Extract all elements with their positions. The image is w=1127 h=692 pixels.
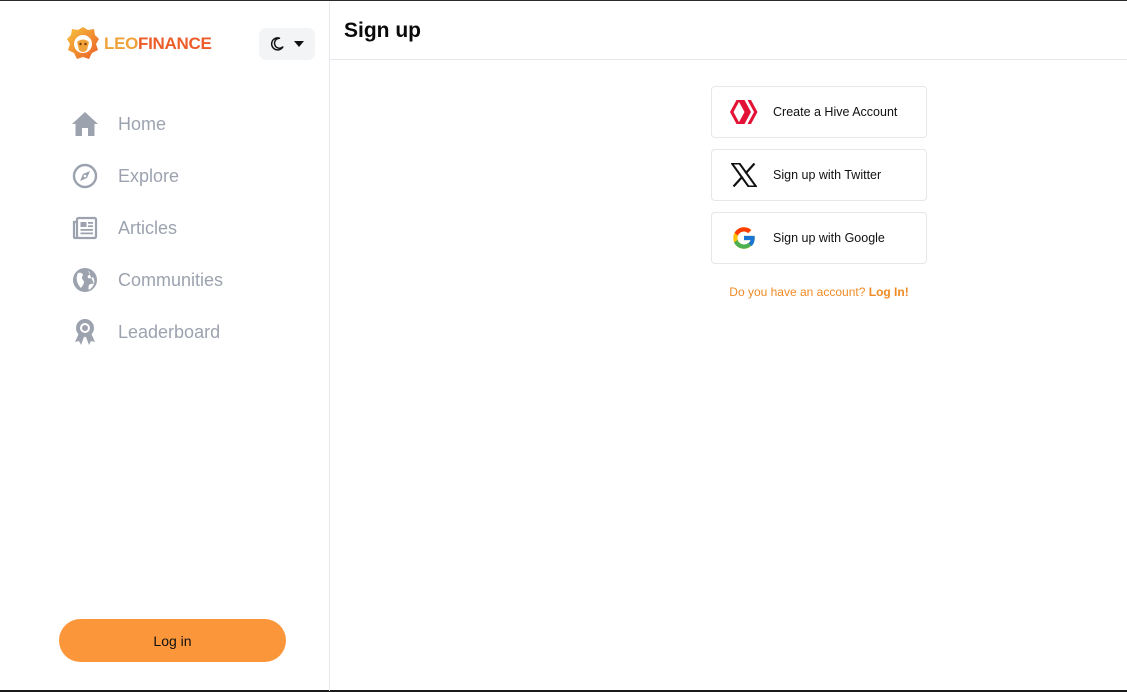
login-link[interactable]: Log In!: [869, 285, 909, 299]
sidebar-item-label: Communities: [118, 269, 224, 290]
sidebar-item-label: Articles: [118, 217, 178, 238]
brand-logo[interactable]: LEOFINANCE: [66, 24, 212, 64]
globe-icon: [70, 265, 100, 295]
main-content: Sign up Create a Hive Account Sign up wi…: [330, 2, 1127, 691]
option-label: Sign up with Twitter: [773, 168, 882, 182]
option-label: Sign up with Google: [773, 231, 885, 245]
account-prompt-text: Do you have an account?: [729, 285, 866, 299]
sidebar-item-home[interactable]: Home: [70, 98, 223, 150]
create-hive-account-button[interactable]: Create a Hive Account: [711, 86, 927, 138]
google-icon: [729, 223, 759, 253]
sidebar-nav: Home Explore Articles Communities Leader…: [70, 98, 223, 358]
caret-down-icon: [294, 41, 304, 47]
option-label: Create a Hive Account: [773, 105, 898, 119]
lion-logo-icon: [67, 27, 99, 59]
moon-icon: [270, 37, 284, 51]
sidebar-item-label: Home: [118, 113, 167, 134]
theme-toggle-button[interactable]: [259, 28, 315, 60]
signup-twitter-button[interactable]: Sign up with Twitter: [711, 149, 927, 201]
sidebar-item-communities[interactable]: Communities: [70, 254, 223, 306]
brand-name: LEOFINANCE: [104, 34, 212, 54]
page-title: Sign up: [344, 18, 421, 42]
compass-icon: [70, 161, 100, 191]
sidebar-item-label: Leaderboard: [118, 321, 221, 342]
sidebar: LEOFINANCE Home Explore Articles Communi…: [0, 2, 330, 691]
page-header: Sign up: [330, 2, 1127, 60]
brand-name-leo: LEO: [104, 34, 139, 53]
brand-name-finance: FINANCE: [138, 34, 212, 53]
account-prompt: Do you have an account? Log In!: [711, 285, 927, 299]
sidebar-item-articles[interactable]: Articles: [70, 202, 223, 254]
home-icon: [70, 109, 100, 139]
signup-options: Create a Hive Account Sign up with Twitt…: [711, 86, 927, 275]
hive-icon: [729, 97, 759, 127]
signup-google-button[interactable]: Sign up with Google: [711, 212, 927, 264]
sidebar-item-leaderboard[interactable]: Leaderboard: [70, 306, 223, 358]
login-button[interactable]: Log in: [59, 619, 286, 662]
award-icon: [70, 317, 100, 347]
sidebar-item-label: Explore: [118, 165, 180, 186]
sidebar-item-explore[interactable]: Explore: [70, 150, 223, 202]
app-frame: LEOFINANCE Home Explore Articles Communi…: [0, 0, 1127, 692]
newspaper-icon: [70, 213, 100, 243]
x-twitter-icon: [729, 160, 759, 190]
